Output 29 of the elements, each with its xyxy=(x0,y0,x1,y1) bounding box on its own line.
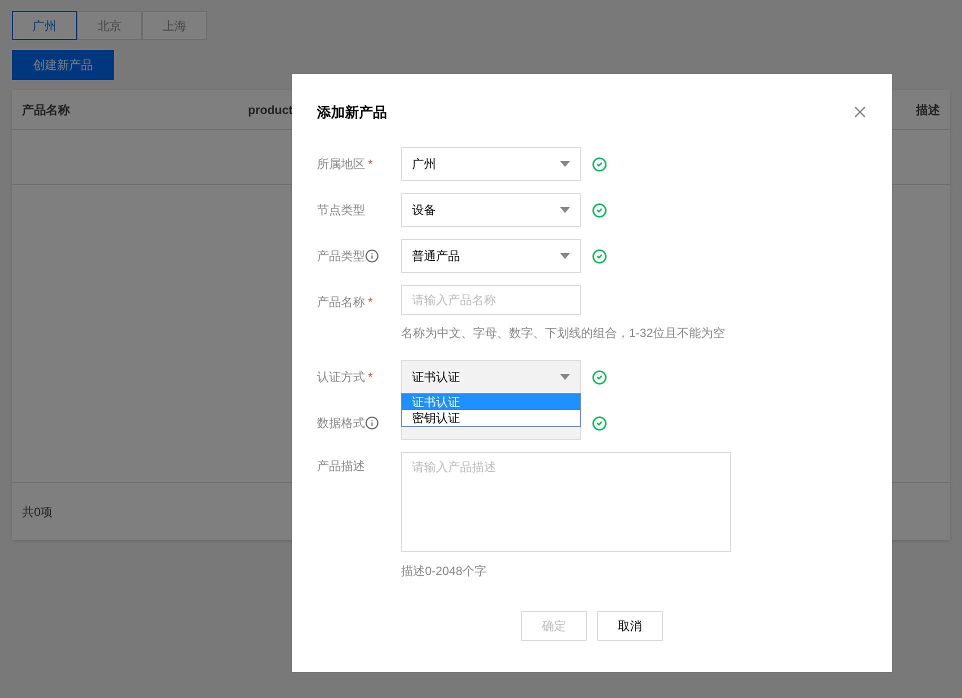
total-count: 共0项 xyxy=(22,504,53,520)
caret-icon xyxy=(560,207,570,213)
required-mark: * xyxy=(368,369,373,386)
caret-icon xyxy=(560,161,570,167)
select-field[interactable]: 普通产品 xyxy=(401,239,581,273)
field-label: 产品描述 xyxy=(317,459,365,473)
select-field[interactable]: 广州 xyxy=(401,147,581,181)
description-textarea[interactable]: 请输入产品描述 xyxy=(401,452,731,552)
select-field[interactable]: 设备 xyxy=(401,193,581,227)
field-label: 认证方式 xyxy=(317,369,365,386)
column-header: 描述 xyxy=(916,102,940,118)
info-icon[interactable] xyxy=(365,249,379,263)
cancel-button[interactable]: 取消 xyxy=(597,611,663,641)
field-label: 所属地区 xyxy=(317,156,365,173)
field-label: 产品名称 xyxy=(317,294,365,311)
name-input[interactable]: 请输入产品名称 xyxy=(401,285,581,315)
field-label: 产品类型 xyxy=(317,248,365,265)
hint-text: 描述0-2048个字 xyxy=(401,563,488,580)
dialog-title: 添加新产品 xyxy=(317,102,387,122)
field-label: 数据格式 xyxy=(317,415,365,432)
field-label: 节点类型 xyxy=(317,202,365,219)
caret-icon xyxy=(560,374,570,380)
column-header: 产品名称 xyxy=(22,102,71,118)
hint-text: 名称为中文、字母、数字、下划线的组合，1-32位且不能为空 xyxy=(401,325,726,342)
required-mark: * xyxy=(368,156,373,173)
required-mark: * xyxy=(368,294,373,311)
select-field[interactable]: 证书认证 xyxy=(401,360,581,394)
caret-icon xyxy=(560,253,570,259)
column-header: product xyxy=(248,102,293,118)
